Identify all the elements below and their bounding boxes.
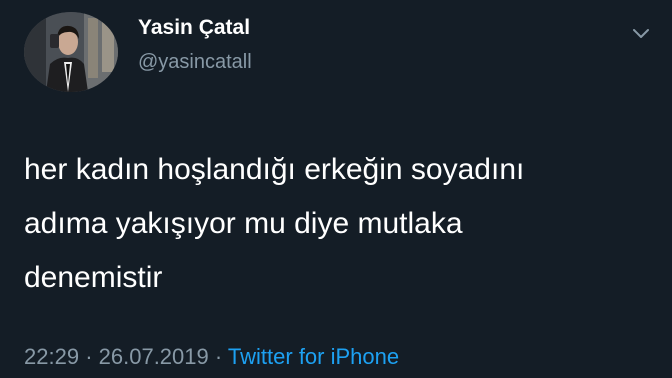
tweet-text-line: denemistir: [24, 261, 163, 294]
tweet-text: her kadın hoşlandığı erkeğin soyadını ad…: [24, 143, 654, 305]
meta-separator: ·: [214, 344, 223, 369]
tweet-card: Yasin Çatal @yasincatall her kadın hoşla…: [0, 0, 672, 378]
tweet-time[interactable]: 22:29: [24, 344, 79, 369]
tweet-meta: 22:29 · 26.07.2019 · Twitter for iPhone: [24, 344, 399, 370]
tweet-text-line: her kadın hoşlandığı erkeğin soyadını: [24, 153, 525, 186]
display-name[interactable]: Yasin Çatal: [138, 16, 250, 40]
meta-separator: ·: [85, 344, 93, 369]
tweet-source-link[interactable]: Twitter for iPhone: [228, 344, 399, 369]
tweet-text-line: adıma yakışıyor mu diye mutlaka: [24, 207, 463, 240]
chevron-down-icon[interactable]: [632, 26, 650, 40]
user-handle[interactable]: @yasincatall: [138, 51, 252, 74]
avatar[interactable]: [24, 12, 118, 92]
tweet-date[interactable]: 26.07.2019: [99, 344, 209, 369]
profile-photo-icon: [24, 12, 118, 92]
